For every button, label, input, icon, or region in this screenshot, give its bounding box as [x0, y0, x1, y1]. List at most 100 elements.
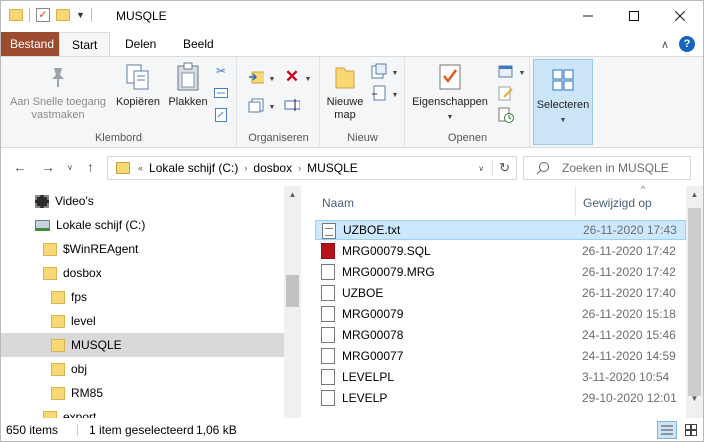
- new-group: Nieuwe map ▼ ▼ Nieuw: [321, 57, 405, 147]
- move-to-dropdown-icon[interactable]: ▼: [264, 71, 280, 87]
- tab-share[interactable]: Delen: [113, 32, 168, 57]
- easy-access-dropdown-icon[interactable]: ▼: [387, 87, 403, 103]
- tree-item[interactable]: obj: [1, 357, 285, 381]
- nav-scrollbar[interactable]: ▲: [284, 186, 301, 418]
- item-count: 650 items: [6, 423, 59, 437]
- forward-arrow-icon[interactable]: →: [41, 159, 55, 175]
- file-row[interactable]: LEVELPL 3-11-2020 10:54: [315, 367, 686, 387]
- properties-dropdown-icon[interactable]: ▼: [408, 111, 492, 124]
- breadcrumb-dosbox[interactable]: dosbox: [249, 161, 296, 175]
- customize-toolbar-dropdown-icon[interactable]: ▼: [76, 10, 85, 20]
- copy-button[interactable]: Kopiëren: [113, 61, 163, 109]
- file-row[interactable]: MRG00079.SQL 26-11-2020 17:42: [315, 241, 686, 261]
- files-scrollbar[interactable]: ▲ ▼: [686, 186, 703, 418]
- close-button[interactable]: [657, 1, 703, 31]
- tree-item[interactable]: Video's: [1, 189, 285, 213]
- tree-item[interactable]: dosbox: [1, 261, 285, 285]
- new-item-dropdown-icon[interactable]: ▼: [387, 65, 403, 81]
- tree-item[interactable]: export: [1, 405, 285, 418]
- properties-quick-icon[interactable]: ✓: [36, 8, 50, 22]
- pin-quick-access-button[interactable]: Aan Snelle toegang vastmaken: [7, 61, 109, 122]
- properties-button[interactable]: Eigenschappen ▼: [408, 61, 492, 124]
- file-row[interactable]: MRG00077 24-11-2020 14:59: [315, 346, 686, 366]
- refresh-icon[interactable]: ↻: [492, 160, 516, 176]
- delete-icon[interactable]: ✕: [284, 67, 300, 86]
- files-scroll-thumb[interactable]: [688, 208, 701, 396]
- search-box[interactable]: Zoeken in MUSQLE: [523, 156, 691, 180]
- delete-dropdown-icon[interactable]: ▼: [300, 71, 316, 87]
- paste-button[interactable]: Plakken: [165, 61, 211, 109]
- clipboard-group: Aan Snelle toegang vastmaken Kopiëren Pl…: [1, 57, 237, 147]
- collapse-ribbon-chevron-icon[interactable]: ∧: [661, 38, 669, 51]
- nav-scroll-thumb[interactable]: [286, 275, 299, 307]
- tree-item[interactable]: RM85: [1, 381, 285, 405]
- cut-icon[interactable]: ✂: [213, 63, 229, 79]
- file-row[interactable]: MRG00079 26-11-2020 15:18: [315, 304, 686, 324]
- column-date-modified[interactable]: Gewijzigd op: [583, 196, 652, 210]
- maximize-button[interactable]: [611, 1, 657, 31]
- file-name: MRG00079.SQL: [342, 244, 431, 258]
- copy-path-icon[interactable]: [213, 85, 229, 101]
- breadcrumb-separator-icon[interactable]: ›: [242, 163, 249, 173]
- tree-item[interactable]: MUSQLE: [1, 333, 285, 357]
- easy-access-icon[interactable]: [371, 85, 387, 101]
- address-box[interactable]: « Lokale schijf (C:) › dosbox › MUSQLE ∨…: [107, 156, 517, 180]
- tree-item-label: dosbox: [63, 266, 102, 280]
- edit-icon[interactable]: [498, 85, 514, 101]
- tab-start[interactable]: Start: [59, 32, 111, 57]
- column-divider[interactable]: [575, 186, 576, 216]
- tab-file[interactable]: Bestand: [1, 32, 64, 57]
- select-button[interactable]: Selecteren ▼: [533, 59, 593, 145]
- copy-to-icon[interactable]: [248, 97, 264, 113]
- help-icon[interactable]: ?: [679, 36, 695, 52]
- rename-icon[interactable]: [284, 97, 300, 113]
- paste-shortcut-icon[interactable]: [213, 107, 229, 123]
- breadcrumb-musqle[interactable]: MUSQLE: [303, 161, 362, 175]
- back-arrow-icon[interactable]: ←: [13, 159, 27, 175]
- sql-file-icon: [321, 243, 335, 259]
- new-item-icon[interactable]: [371, 63, 387, 79]
- move-to-icon[interactable]: [248, 69, 264, 85]
- address-history-chevron-icon[interactable]: ∨: [470, 164, 492, 173]
- new-folder-icon: [329, 61, 361, 93]
- details-view-button[interactable]: [657, 421, 677, 439]
- breadcrumb-drive[interactable]: Lokale schijf (C:): [145, 161, 242, 175]
- tree-item-label: $WinREAgent: [63, 242, 139, 256]
- scroll-up-icon[interactable]: ▲: [284, 186, 301, 203]
- scroll-up-icon[interactable]: ▲: [686, 186, 703, 203]
- column-name[interactable]: Naam: [322, 196, 354, 210]
- file-row[interactable]: UZBOE.txt 26-11-2020 17:43: [315, 220, 686, 240]
- breadcrumb-separator-icon[interactable]: ›: [296, 163, 303, 173]
- history-icon[interactable]: [498, 107, 514, 123]
- open-icon[interactable]: [498, 63, 514, 79]
- file-name: UZBOE.txt: [343, 223, 401, 237]
- large-icons-view-button[interactable]: [681, 421, 701, 439]
- up-arrow-icon[interactable]: ↑: [87, 159, 94, 175]
- file-name: UZBOE: [342, 286, 384, 300]
- tree-item[interactable]: fps: [1, 285, 285, 309]
- new-group-label: Nieuw: [347, 132, 378, 144]
- tab-view[interactable]: Beeld: [171, 32, 226, 57]
- file-icon: [321, 264, 335, 280]
- file-icon: [321, 306, 335, 322]
- video-icon: [35, 194, 49, 208]
- file-row[interactable]: MRG00079.MRG 26-11-2020 17:42: [315, 262, 686, 282]
- tree-item[interactable]: level: [1, 309, 285, 333]
- scroll-down-icon[interactable]: ▼: [686, 390, 703, 407]
- tree-item[interactable]: $WinREAgent: [1, 237, 285, 261]
- select-grid-icon: [547, 64, 579, 96]
- title-bar: ✓ ▼ MUSQLE: [1, 1, 703, 32]
- file-date: 26-11-2020 17:40: [582, 286, 676, 300]
- copy-to-dropdown-icon[interactable]: ▼: [264, 99, 280, 115]
- file-row[interactable]: UZBOE 26-11-2020 17:40: [315, 283, 686, 303]
- overflow-chevron-icon[interactable]: «: [136, 163, 145, 173]
- file-row[interactable]: LEVELP 29-10-2020 12:01: [315, 388, 686, 408]
- minimize-button[interactable]: [565, 1, 611, 31]
- file-row[interactable]: MRG00078 24-11-2020 15:46: [315, 325, 686, 345]
- recent-locations-chevron-icon[interactable]: ∨: [67, 163, 73, 172]
- folder-icon: [43, 410, 57, 418]
- new-folder-button[interactable]: Nieuwe map: [323, 61, 367, 122]
- tree-item[interactable]: Lokale schijf (C:): [1, 213, 285, 237]
- open-dropdown-icon[interactable]: ▼: [514, 65, 530, 81]
- new-folder-quick-icon[interactable]: [56, 9, 70, 21]
